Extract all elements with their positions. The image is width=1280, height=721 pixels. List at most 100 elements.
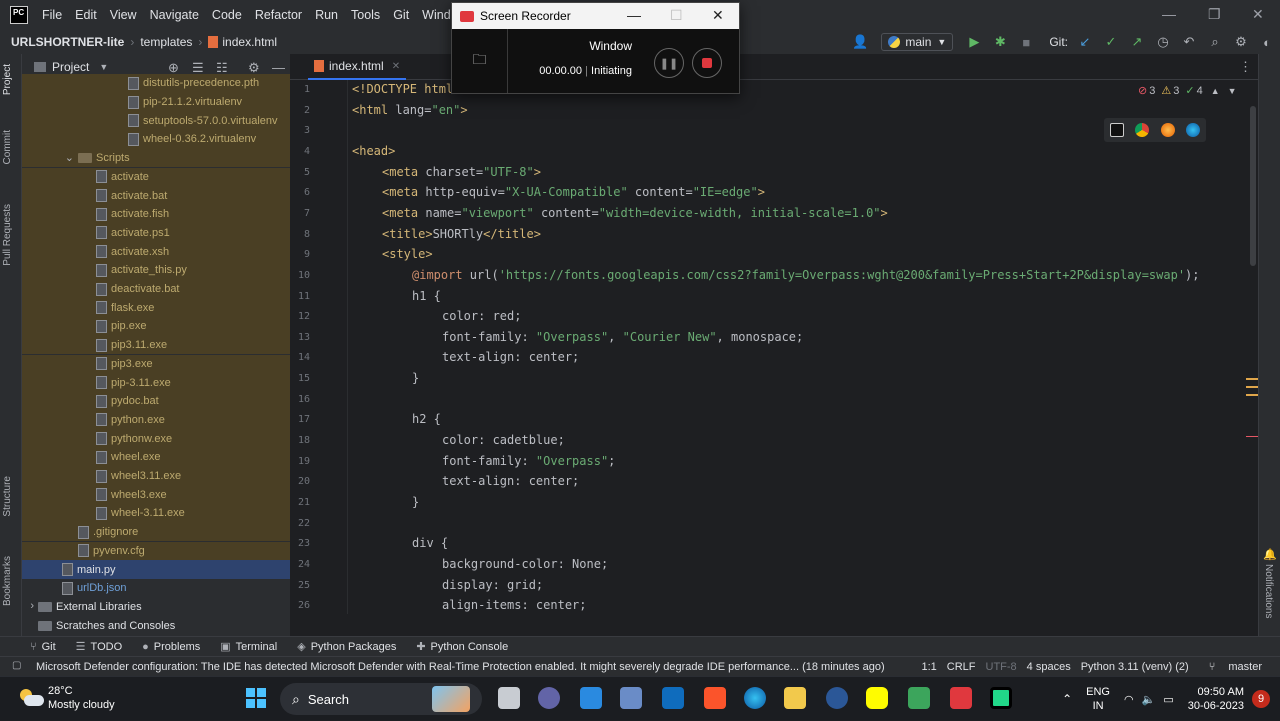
close-tab-icon[interactable]: ✕ [392,61,400,72]
tree-item[interactable]: setuptools-57.0.0.virtualenv [22,111,290,131]
remote-desktop-icon[interactable] [620,687,642,709]
wifi-icon[interactable]: ◠ [1124,693,1134,706]
weather-widget[interactable]: 28°C Mostly cloudy [18,684,115,712]
menu-edit[interactable]: Edit [75,8,97,22]
tool-git[interactable]: ⑂ Git [30,641,56,653]
pause-button[interactable]: ❚❚ [654,48,684,78]
run-config-selector[interactable]: main ▼ [881,33,954,51]
chevron-up-icon[interactable]: ▲ [1211,86,1220,96]
minimize-icon[interactable]: — [627,7,641,23]
code-with-me-icon[interactable]: ◐ [1260,35,1274,50]
tool-tab-pull-requests[interactable]: Pull Requests [2,204,13,266]
restore-icon[interactable]: ❐ [1208,6,1221,23]
pycharm-browser-icon[interactable] [1109,123,1124,137]
tree-item[interactable]: activate.bat [22,186,290,205]
tree-item[interactable]: pip-3.11.exe [22,373,290,392]
tree-item[interactable]: urlDb.json [22,579,290,598]
tree-item[interactable]: pip3.exe [22,354,290,374]
indent-setting[interactable]: 4 spaces [1027,661,1071,673]
firefox-icon[interactable] [1160,123,1175,137]
stop-button[interactable] [692,48,722,78]
maximize-icon[interactable]: ☐ [670,7,683,24]
notification-badge[interactable]: 9 [1252,690,1270,708]
history-icon[interactable]: ◷ [1156,34,1170,49]
tool-tab-notifications[interactable]: Notifications [1263,564,1274,618]
event-log-icon[interactable]: ▢ [12,660,21,671]
tool-todo[interactable]: ☰ TODO [76,640,122,654]
input-language[interactable]: ENG IN [1086,685,1110,713]
caret-position[interactable]: 1:1 [921,661,936,673]
tab-index-html[interactable]: index.html ✕ [308,54,407,80]
chevron-icon[interactable]: ⌄ [65,151,74,164]
teams-chat-icon[interactable] [538,687,560,709]
git-update-icon[interactable]: ↙ [1078,34,1092,49]
tool-problems[interactable]: ● Problems [142,641,200,653]
hide-panel-icon[interactable]: — [272,60,285,75]
status-message[interactable]: Microsoft Defender configuration: The ID… [36,661,885,673]
stop-icon[interactable]: ■ [1019,35,1033,50]
chrome-icon[interactable] [1135,123,1150,137]
recording-mode[interactable]: Window [508,39,632,53]
tool-tab-structure[interactable]: Structure [2,476,13,517]
tree-item[interactable]: pyvenv.cfg [22,541,290,561]
menu-tools[interactable]: Tools [351,8,380,22]
tree-item[interactable]: wheel3.11.exe [22,466,290,486]
tool-terminal[interactable]: ▣ Terminal [220,640,277,654]
tree-item[interactable]: .gitignore [22,522,290,542]
app-w-icon[interactable] [826,687,848,709]
tool-python-console[interactable]: ✚ Python Console [416,640,508,654]
task-view-icon[interactable] [498,687,520,709]
tree-item[interactable]: activate [22,167,290,187]
volume-icon[interactable]: 🔈 [1142,693,1156,706]
open-folder-icon[interactable]: 🗀 [452,29,508,93]
rollback-icon[interactable]: ↶ [1182,34,1196,49]
tree-item[interactable]: pythonw.exe [22,429,290,448]
user-icon[interactable]: 👤 [852,34,868,49]
editor-scrollbar[interactable] [1250,106,1256,266]
tree-item[interactable]: activate.ps1 [22,223,290,243]
menu-run[interactable]: Run [315,8,338,22]
windows-start-button[interactable] [246,688,266,708]
tree-item[interactable]: › External Libraries [22,598,290,617]
file-explorer-icon[interactable] [784,687,806,709]
tree-item[interactable]: pydoc.bat [22,391,290,411]
close-icon[interactable]: ✕ [712,7,724,24]
tool-python-packages[interactable]: ◈ Python Packages [297,640,396,654]
tree-item[interactable]: activate_this.py [22,261,290,280]
tree-item[interactable]: activate.xsh [22,242,290,261]
git-commit-icon[interactable]: ✓ [1104,34,1118,49]
git-branch-status[interactable]: ⑂ master [1199,661,1262,673]
breadcrumb-project[interactable]: URLSHORTNER-lite [11,35,124,49]
tree-item[interactable]: pip3.11.exe [22,335,290,355]
brave-browser-icon[interactable] [704,687,726,709]
file-encoding[interactable]: UTF-8 [986,661,1017,673]
tree-item[interactable]: activate.fish [22,204,290,224]
menu-git[interactable]: Git [393,8,409,22]
tree-item[interactable]: deactivate.bat [22,279,290,299]
vscode-icon[interactable] [580,687,602,709]
screen-snip-icon[interactable] [908,687,930,709]
chevron-icon[interactable]: › [30,600,34,612]
tool-tab-bookmarks[interactable]: Bookmarks [2,556,13,606]
debug-icon[interactable]: ✱ [993,34,1007,49]
edge-icon[interactable] [744,687,766,709]
python-interpreter[interactable]: Python 3.11 (venv) (2) [1081,661,1189,673]
tree-item[interactable]: main.py [22,560,290,579]
store-icon[interactable] [662,687,684,709]
menu-refactor[interactable]: Refactor [255,8,302,22]
breadcrumb-folder[interactable]: templates [140,35,192,49]
tree-item[interactable]: wheel3.exe [22,485,290,505]
code-editor[interactable]: <!DOCTYPE html <html lang="en"> <head> <met… [348,80,1248,614]
clock[interactable]: 09:50 AM 30-06-2023 [1188,685,1244,713]
menu-code[interactable]: Code [212,8,242,22]
snapchat-icon[interactable] [866,687,888,709]
search-icon[interactable]: ⌕ [1208,34,1222,49]
minimize-icon[interactable]: — [1162,6,1176,22]
tree-item[interactable]: wheel.exe [22,448,290,467]
tree-item[interactable]: distutils-precedence.pth [22,74,290,93]
inspection-widget[interactable]: ⊘ 3 ⚠ 3 ✓ 4 ▲ ▼ [1138,84,1237,98]
tool-tab-commit[interactable]: Commit [2,130,13,164]
tool-tab-project[interactable]: Project [2,64,13,95]
close-icon[interactable]: ✕ [1252,6,1264,23]
menu-navigate[interactable]: Navigate [150,8,199,22]
